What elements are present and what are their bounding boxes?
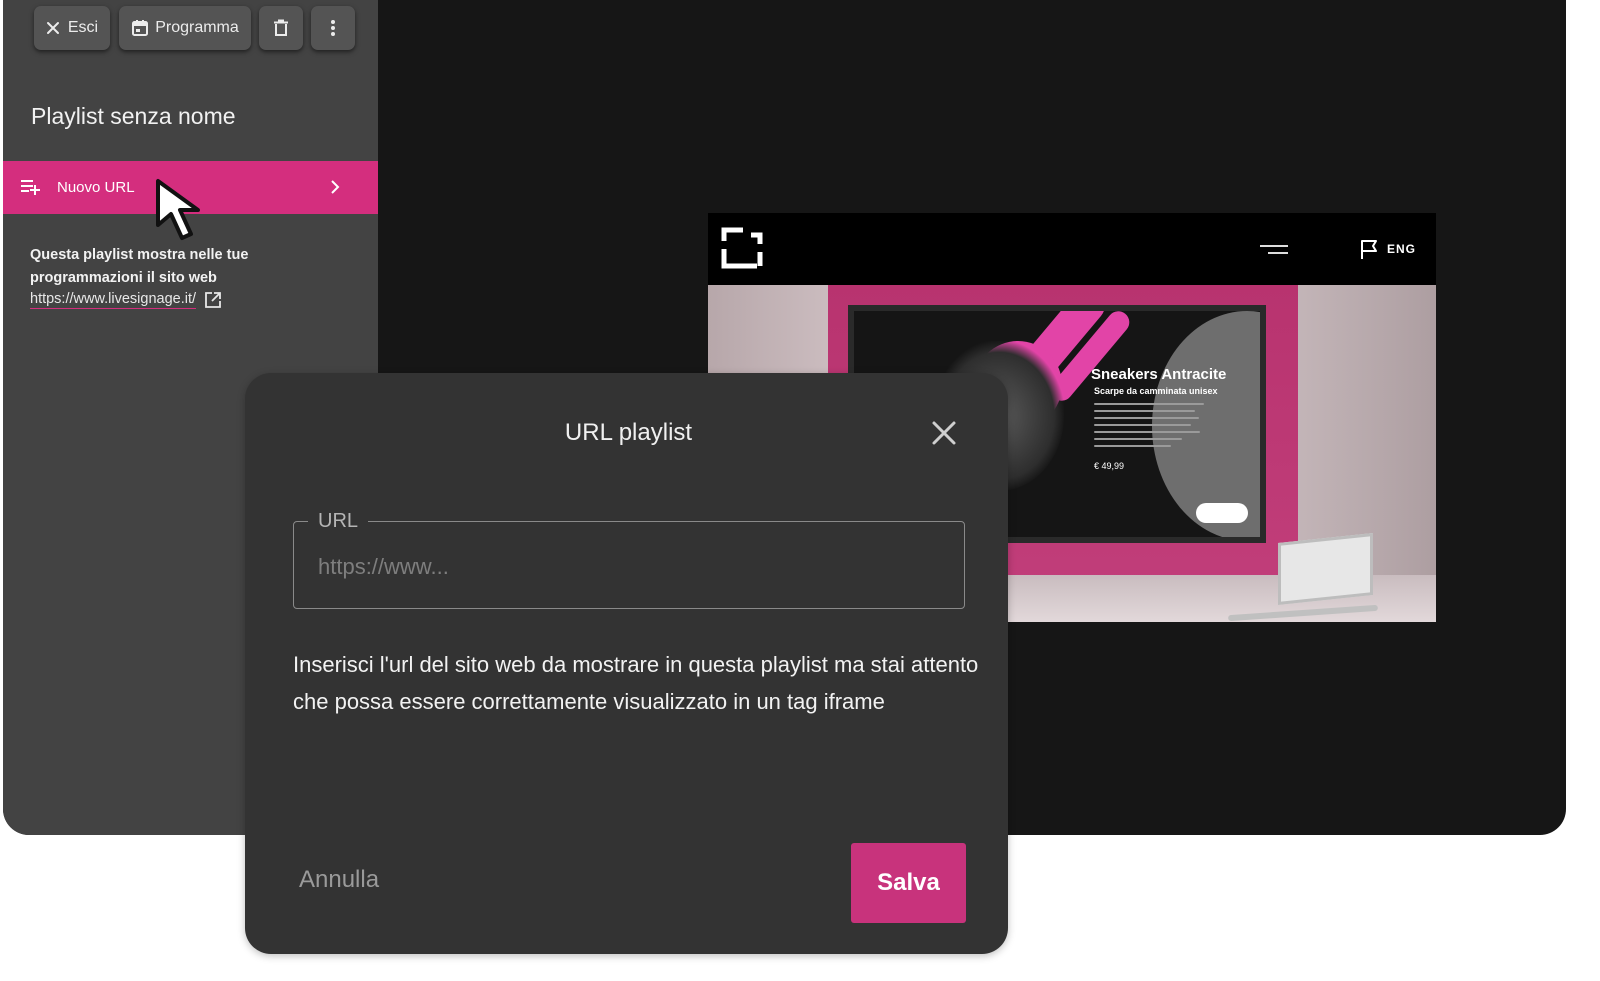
cursor-arrow-icon (155, 178, 219, 248)
screen-price: € 49,99 (1094, 461, 1125, 471)
screen-cart-qr-pill (1196, 503, 1248, 523)
delete-button[interactable] (259, 6, 303, 50)
playlist-info-text: Questa playlist mostra nelle tue program… (30, 247, 249, 286)
url-input[interactable] (318, 552, 938, 582)
screen-product-subtitle: Scarpe da camminata unisex (1094, 386, 1218, 396)
language-switch[interactable]: ENG (1359, 238, 1416, 260)
screen-product-title: Sneakers Antracite (1091, 366, 1227, 383)
schedule-label: Programma (155, 19, 239, 36)
calendar-icon (131, 19, 155, 37)
exit-label: Esci (67, 19, 99, 36)
laptop-image (1278, 533, 1373, 605)
screen-description-lines (1094, 403, 1204, 452)
hamburger-menu-icon[interactable] (1260, 241, 1290, 260)
new-url-label: Nuovo URL (57, 179, 135, 196)
preview-header: ENG (708, 213, 1436, 285)
language-label: ENG (1387, 242, 1417, 256)
close-icon (46, 21, 68, 35)
dialog-title: URL playlist (564, 419, 693, 446)
chevron-right-icon (330, 180, 340, 198)
playlist-add-icon (21, 179, 41, 199)
flag-icon (1359, 238, 1387, 260)
more-options-button[interactable] (311, 6, 355, 50)
website-link[interactable]: https://www.livesignage.it/ (30, 291, 197, 309)
url-field-label: URL (308, 509, 369, 533)
schedule-button[interactable]: Programma (119, 6, 251, 50)
close-icon[interactable] (931, 420, 957, 450)
playlist-info-link-row: https://www.livesignage.it/ (30, 291, 222, 309)
dialog-help-text: Inserisci l'url del sito web da mostrare… (293, 652, 979, 714)
external-link-icon[interactable] (196, 291, 222, 309)
exit-button[interactable]: Esci (34, 6, 110, 50)
site-logo-icon (721, 227, 763, 273)
save-button[interactable]: Salva (851, 843, 966, 923)
cancel-button[interactable]: Annulla (299, 866, 379, 894)
playlist-title: Playlist senza nome (31, 103, 236, 129)
url-field: URL (293, 509, 965, 609)
trash-icon (273, 19, 289, 37)
more-vert-icon (330, 19, 336, 37)
url-playlist-dialog: URL playlist URL Inserisci l'url del sit… (245, 373, 1008, 954)
